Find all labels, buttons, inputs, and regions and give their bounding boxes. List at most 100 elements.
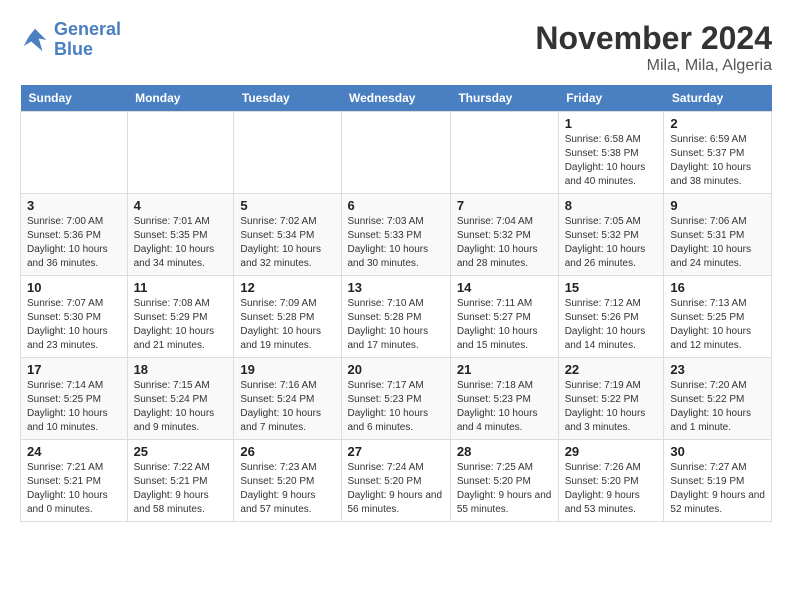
day-info: Sunrise: 7:02 AM Sunset: 5:34 PM Dayligh… [240, 215, 334, 271]
calendar-week-row: 24 Sunrise: 7:21 AM Sunset: 5:21 PM Dayli… [21, 440, 772, 522]
calendar-day-header: Friday [558, 85, 664, 112]
day-info: Sunrise: 7:00 AM Sunset: 5:36 PM Dayligh… [27, 215, 121, 271]
calendar-day-cell: 6Sunrise: 7:03 AM Sunset: 5:33 PM Daylig… [341, 194, 450, 276]
day-info: Sunrise: 7:01 AM Sunset: 5:35 PM Dayligh… [134, 215, 228, 271]
day-info: Sunrise: 7:19 AM Sunset: 5:22 PM Dayligh… [565, 379, 658, 435]
calendar-day-cell: 13Sunrise: 7:10 AM Sunset: 5:28 PM Dayli… [341, 276, 450, 358]
day-info: Sunrise: 7:03 AM Sunset: 5:33 PM Dayligh… [348, 215, 444, 271]
calendar-day-cell: 8Sunrise: 7:05 AM Sunset: 5:32 PM Daylig… [558, 194, 664, 276]
calendar-day-cell: 1 Sunrise: 6:58 AM Sunset: 5:38 PM Daylig… [558, 112, 664, 194]
day-info: Sunrise: 7:16 AM Sunset: 5:24 PM Dayligh… [240, 379, 334, 435]
calendar-header-row: SundayMondayTuesdayWednesdayThursdayFrid… [21, 85, 772, 112]
calendar-day-cell: 17 Sunrise: 7:14 AM Sunset: 5:25 PM Dayli… [21, 358, 128, 440]
day-info: Sunrise: 7:12 AM Sunset: 5:26 PM Dayligh… [565, 297, 658, 353]
day-number: 12 [240, 280, 334, 295]
calendar-day-cell: 22 Sunrise: 7:19 AM Sunset: 5:22 PM Dayli… [558, 358, 664, 440]
day-info: Sunrise: 7:11 AM Sunset: 5:27 PM Dayligh… [457, 297, 552, 353]
location-label: Mila, Mila, Algeria [535, 57, 772, 75]
calendar-day-cell: 2 Sunrise: 6:59 AM Sunset: 5:37 PM Daylig… [664, 112, 772, 194]
calendar-day-cell: 24 Sunrise: 7:21 AM Sunset: 5:21 PM Dayli… [21, 440, 128, 522]
title-block: November 2024 Mila, Mila, Algeria [535, 20, 772, 75]
day-number: 3 [27, 198, 121, 213]
calendar-day-cell: 18 Sunrise: 7:15 AM Sunset: 5:24 PM Dayli… [127, 358, 234, 440]
calendar-day-cell: 3 Sunrise: 7:00 AM Sunset: 5:36 PM Daylig… [21, 194, 128, 276]
calendar-day-cell: 23 Sunrise: 7:20 AM Sunset: 5:22 PM Dayli… [664, 358, 772, 440]
day-info: Sunrise: 7:21 AM Sunset: 5:21 PM Dayligh… [27, 461, 121, 517]
day-info: Sunrise: 7:04 AM Sunset: 5:32 PM Dayligh… [457, 215, 552, 271]
calendar-day-header: Thursday [450, 85, 558, 112]
calendar-day-cell: 14 Sunrise: 7:11 AM Sunset: 5:27 PM Dayli… [450, 276, 558, 358]
day-info: Sunrise: 7:27 AM Sunset: 5:19 PM Dayligh… [670, 461, 765, 517]
day-number: 14 [457, 280, 552, 295]
day-info: Sunrise: 6:59 AM Sunset: 5:37 PM Dayligh… [670, 133, 765, 189]
day-info: Sunrise: 7:23 AM Sunset: 5:20 PM Dayligh… [240, 461, 334, 517]
calendar-day-cell: 29 Sunrise: 7:26 AM Sunset: 5:20 PM Dayli… [558, 440, 664, 522]
day-number: 9 [670, 198, 765, 213]
calendar-table: SundayMondayTuesdayWednesdayThursdayFrid… [20, 85, 772, 522]
day-number: 7 [457, 198, 552, 213]
day-number: 17 [27, 362, 121, 377]
day-number: 4 [134, 198, 228, 213]
day-number: 28 [457, 444, 552, 459]
calendar-day-cell: 15 Sunrise: 7:12 AM Sunset: 5:26 PM Dayli… [558, 276, 664, 358]
day-info: Sunrise: 7:26 AM Sunset: 5:20 PM Dayligh… [565, 461, 658, 517]
calendar-day-cell: 25 Sunrise: 7:22 AM Sunset: 5:21 PM Dayli… [127, 440, 234, 522]
day-info: Sunrise: 7:06 AM Sunset: 5:31 PM Dayligh… [670, 215, 765, 271]
day-info: Sunrise: 7:17 AM Sunset: 5:23 PM Dayligh… [348, 379, 444, 435]
logo-text: General Blue [54, 20, 121, 60]
day-number: 23 [670, 362, 765, 377]
day-info: Sunrise: 7:24 AM Sunset: 5:20 PM Dayligh… [348, 461, 444, 517]
day-info: Sunrise: 7:25 AM Sunset: 5:20 PM Dayligh… [457, 461, 552, 517]
day-number: 18 [134, 362, 228, 377]
day-number: 21 [457, 362, 552, 377]
calendar-day-cell: 19 Sunrise: 7:16 AM Sunset: 5:24 PM Dayli… [234, 358, 341, 440]
calendar-day-cell: 9 Sunrise: 7:06 AM Sunset: 5:31 PM Daylig… [664, 194, 772, 276]
calendar-day-cell: 12 Sunrise: 7:09 AM Sunset: 5:28 PM Dayli… [234, 276, 341, 358]
calendar-day-cell [127, 112, 234, 194]
day-number: 1 [565, 116, 658, 131]
day-info: Sunrise: 7:20 AM Sunset: 5:22 PM Dayligh… [670, 379, 765, 435]
day-info: Sunrise: 7:14 AM Sunset: 5:25 PM Dayligh… [27, 379, 121, 435]
day-info: Sunrise: 7:15 AM Sunset: 5:24 PM Dayligh… [134, 379, 228, 435]
day-number: 24 [27, 444, 121, 459]
day-info: Sunrise: 6:58 AM Sunset: 5:38 PM Dayligh… [565, 133, 658, 189]
day-number: 5 [240, 198, 334, 213]
day-number: 22 [565, 362, 658, 377]
calendar-day-cell: 21 Sunrise: 7:18 AM Sunset: 5:23 PM Dayli… [450, 358, 558, 440]
calendar-day-cell [234, 112, 341, 194]
day-number: 15 [565, 280, 658, 295]
calendar-day-cell: 20 Sunrise: 7:17 AM Sunset: 5:23 PM Dayli… [341, 358, 450, 440]
day-info: Sunrise: 7:07 AM Sunset: 5:30 PM Dayligh… [27, 297, 121, 353]
calendar-day-header: Saturday [664, 85, 772, 112]
calendar-day-cell: 30Sunrise: 7:27 AM Sunset: 5:19 PM Dayli… [664, 440, 772, 522]
calendar-week-row: 17 Sunrise: 7:14 AM Sunset: 5:25 PM Dayli… [21, 358, 772, 440]
day-info: Sunrise: 7:05 AM Sunset: 5:32 PM Dayligh… [565, 215, 658, 271]
day-info: Sunrise: 7:22 AM Sunset: 5:21 PM Dayligh… [134, 461, 228, 517]
day-number: 26 [240, 444, 334, 459]
calendar-day-cell [450, 112, 558, 194]
day-info: Sunrise: 7:09 AM Sunset: 5:28 PM Dayligh… [240, 297, 334, 353]
calendar-day-header: Sunday [21, 85, 128, 112]
calendar-day-cell: 27 Sunrise: 7:24 AM Sunset: 5:20 PM Dayli… [341, 440, 450, 522]
day-info: Sunrise: 7:13 AM Sunset: 5:25 PM Dayligh… [670, 297, 765, 353]
calendar-day-cell: 5 Sunrise: 7:02 AM Sunset: 5:34 PM Daylig… [234, 194, 341, 276]
calendar-day-header: Monday [127, 85, 234, 112]
day-number: 29 [565, 444, 658, 459]
calendar-day-cell: 28 Sunrise: 7:25 AM Sunset: 5:20 PM Dayli… [450, 440, 558, 522]
day-info: Sunrise: 7:08 AM Sunset: 5:29 PM Dayligh… [134, 297, 228, 353]
month-title: November 2024 [535, 20, 772, 57]
day-number: 11 [134, 280, 228, 295]
day-number: 2 [670, 116, 765, 131]
calendar-week-row: 3 Sunrise: 7:00 AM Sunset: 5:36 PM Daylig… [21, 194, 772, 276]
calendar-day-header: Wednesday [341, 85, 450, 112]
calendar-day-cell: 26 Sunrise: 7:23 AM Sunset: 5:20 PM Dayli… [234, 440, 341, 522]
logo: General Blue [20, 20, 121, 60]
calendar-day-cell: 4 Sunrise: 7:01 AM Sunset: 5:35 PM Daylig… [127, 194, 234, 276]
calendar-day-header: Tuesday [234, 85, 341, 112]
calendar-day-cell [21, 112, 128, 194]
day-number: 27 [348, 444, 444, 459]
day-number: 19 [240, 362, 334, 377]
day-info: Sunrise: 7:18 AM Sunset: 5:23 PM Dayligh… [457, 379, 552, 435]
day-number: 25 [134, 444, 228, 459]
day-number: 20 [348, 362, 444, 377]
